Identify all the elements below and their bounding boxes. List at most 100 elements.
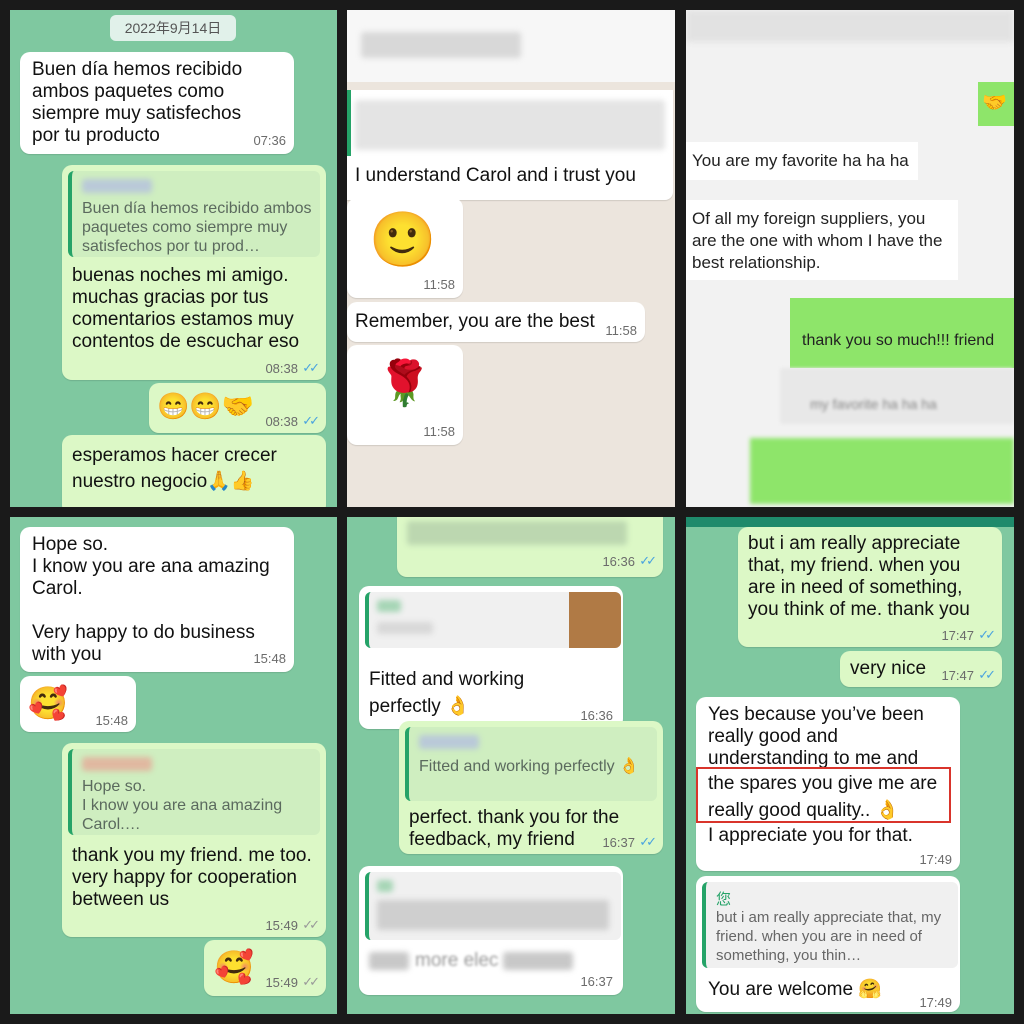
message-outgoing[interactable]: esperamos hacer crecer nuestro negocio🙏👍 [62, 435, 326, 507]
smiling-hearts-emoji-icon: 🥰 [28, 685, 68, 721]
message-incoming-emoji[interactable]: 🥰 15:48 [20, 676, 136, 732]
message-text: Yes because you’ve been really good and … [708, 704, 924, 769]
message-incoming-reply[interactable]: Fitted and working perfectly 👌 16:36 [359, 586, 623, 729]
message-outgoing-emoji[interactable]: 🤝 [978, 82, 1014, 126]
message-outgoing-emoji[interactable]: 😁😁🤝 08:38 ✓✓ [149, 383, 326, 433]
message-time: 17:47 [941, 668, 974, 683]
read-receipt-icon: ✓✓ [302, 917, 320, 932]
message-time: 15:48 [253, 651, 286, 666]
blurred-sender [419, 735, 479, 749]
handshake-emoji-icon: 🤝 [982, 92, 1007, 114]
message-incoming[interactable]: Remember, you are the best 11:58 [347, 302, 645, 342]
panel-chat-2: I understand Carol and i trust you 🙂 11:… [347, 10, 675, 507]
message-outgoing[interactable]: but i am really appreciate that, my frie… [738, 527, 1002, 647]
message-text: but i am really appreciate that, my frie… [748, 533, 970, 620]
message-time: 07:36 [253, 133, 286, 148]
message-text: Fitted and working perfectly 👌 [369, 669, 525, 717]
message-time: 11:58 [423, 277, 455, 292]
quote-accent [347, 90, 351, 156]
blurred-header [686, 10, 1014, 42]
quoted-message[interactable]: Fitted and working perfectly 👌 [405, 727, 657, 801]
message-incoming-reply[interactable]: 您 but i am really appreciate that, my fr… [696, 876, 960, 1012]
read-receipt-icon: ✓✓ [978, 667, 996, 682]
message-text: esperamos hacer crecer nuestro negocio🙏👍 [72, 445, 277, 492]
message-time: 08:38 [265, 414, 298, 429]
panel-chat-6: but i am really appreciate that, my frie… [686, 517, 1014, 1014]
highlight-box [696, 767, 951, 823]
message-outgoing-blurred[interactable] [750, 438, 1014, 504]
message-incoming-emoji[interactable]: 🙂 11:58 [347, 198, 463, 298]
message-time: 16:37 [602, 835, 635, 850]
read-receipt-icon: ✓✓ [302, 413, 320, 428]
date-chip: 2022年9月14日 [110, 15, 236, 41]
message-text: buenas noches mi amigo. muchas gracias p… [72, 265, 300, 352]
read-receipt-icon: ✓✓ [302, 974, 320, 989]
message-text: I appreciate you for that. [708, 825, 913, 846]
quoted-message[interactable] [365, 872, 621, 940]
message-incoming[interactable]: Of all my foreign suppliers, you are the… [686, 200, 958, 280]
message-time: 08:38 [265, 361, 298, 376]
quoted-message[interactable] [365, 592, 621, 648]
quoted-text: Fitted and working perfectly 👌 [419, 758, 640, 775]
read-receipt-icon: ✓✓ [639, 553, 657, 568]
message-time: 15:49 [265, 918, 298, 933]
read-receipt-icon: ✓✓ [302, 360, 320, 375]
message-text: You are my favorite ha ha ha [692, 151, 909, 170]
message-text: thank you my friend. me too. very happy … [72, 845, 312, 910]
smiling-hearts-emoji-icon: 🥰 [214, 949, 254, 985]
smile-emoji-icon: 🙂 [369, 210, 437, 270]
blurred-quoted-message[interactable]: my favorite ha ha ha [780, 368, 1014, 424]
message-time: 16:37 [580, 974, 613, 989]
panel-chat-4: Hope so. I know you are ana amazing Caro… [10, 517, 337, 1014]
blurred-sender [82, 179, 152, 193]
quoted-message[interactable]: Hope so. I know you are ana amazing Caro… [68, 749, 320, 835]
blurred-content [355, 100, 665, 150]
message-outgoing-reply[interactable]: Buen día hemos recibido ambos paquetes c… [62, 165, 326, 380]
message-incoming[interactable]: Yes because you’ve been really good and … [696, 697, 960, 871]
message-text: Of all my foreign suppliers, you are the… [692, 209, 943, 272]
read-receipt-icon: ✓✓ [978, 627, 996, 642]
rose-emoji-icon: 🌹 [377, 359, 432, 408]
blurred-header [347, 10, 675, 82]
quoted-text: my favorite ha ha ha [810, 396, 937, 412]
panel-chat-5: 16:36 ✓✓ Fitted and working perfectly 👌 … [347, 517, 675, 1014]
blurred-sender [82, 757, 152, 771]
message-time: 16:36 [602, 554, 635, 569]
message-outgoing[interactable]: thank you so much!!! friend [790, 298, 1014, 368]
blurred-quote [377, 622, 433, 634]
emoji-grin-handshake-icon: 😁😁🤝 [157, 391, 255, 421]
quoted-image-thumbnail [569, 592, 621, 648]
message-incoming[interactable]: Buen día hemos recibido ambos paquetes c… [20, 52, 294, 154]
message-incoming[interactable]: I understand Carol and i trust you [347, 90, 673, 200]
blurred-quote [377, 900, 609, 930]
message-incoming-reply[interactable]: more elec 16:37 [359, 866, 623, 995]
panel-chat-3: 🤝 You are my favorite ha ha ha Of all my… [686, 10, 1014, 507]
message-outgoing[interactable]: very nice 17:47 ✓✓ [840, 651, 1002, 687]
message-time: 17:49 [919, 995, 952, 1010]
top-bar [686, 517, 1014, 527]
blurred-sender [377, 880, 393, 892]
message-outgoing-emoji[interactable]: 🥰 15:49 ✓✓ [204, 940, 326, 996]
message-text: Remember, you are the best [355, 311, 595, 332]
message-outgoing-reply[interactable]: Hope so. I know you are ana amazing Caro… [62, 743, 326, 937]
message-text: Hope so. I know you are ana amazing Caro… [32, 534, 270, 665]
message-outgoing-reply[interactable]: Fitted and working perfectly 👌 perfect. … [399, 721, 663, 854]
quoted-text: Hope so. I know you are ana amazing Caro… [82, 778, 283, 833]
blurred-content [369, 952, 409, 970]
message-time: 17:49 [919, 852, 952, 867]
message-text: Buen día hemos recibido ambos paquetes c… [32, 59, 243, 146]
quoted-message[interactable]: 您 but i am really appreciate that, my fr… [702, 882, 958, 968]
message-incoming[interactable]: You are my favorite ha ha ha [686, 142, 918, 180]
message-time: 11:58 [423, 424, 455, 439]
quoted-message[interactable]: Buen día hemos recibido ambos paquetes c… [68, 171, 320, 257]
message-text: I understand Carol and i trust you [355, 165, 636, 186]
message-outgoing-blurred[interactable]: 16:36 ✓✓ [397, 517, 663, 577]
quoted-sender: 您 [716, 891, 732, 908]
blurred-sender [377, 600, 401, 612]
quoted-text: Buen día hemos recibido ambos paquetes c… [82, 200, 312, 255]
message-incoming[interactable]: Hope so. I know you are ana amazing Caro… [20, 527, 294, 672]
read-receipt-icon: ✓✓ [639, 834, 657, 849]
message-incoming-emoji[interactable]: 🌹 11:58 [347, 345, 463, 445]
message-text: very nice [850, 658, 927, 679]
message-text: You are welcome 🤗 [708, 979, 882, 1000]
